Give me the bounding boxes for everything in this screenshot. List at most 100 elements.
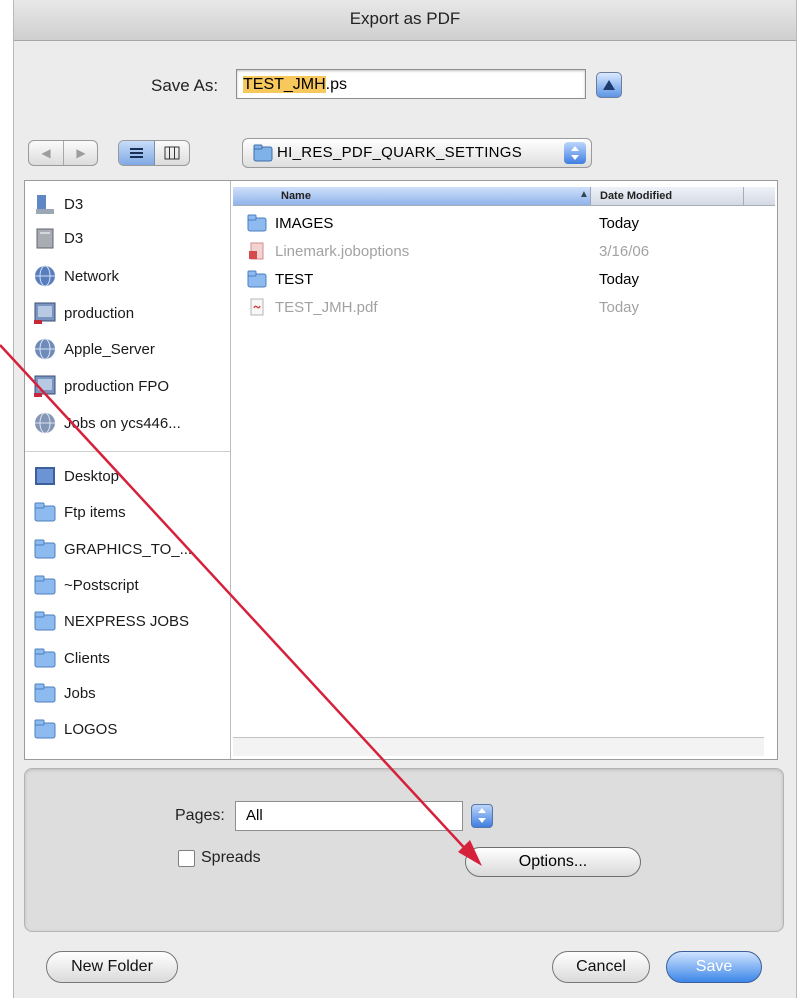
sidebar-item-ftp-items[interactable]: Ftp items — [33, 499, 126, 525]
sidebar-item-label: D3 — [64, 229, 84, 247]
sidebar-item-postscript[interactable]: ~Postscript — [33, 572, 139, 598]
export-pdf-dialog: Export as PDF Save As: TEST_JMH.ps ◀ ▶ H… — [13, 0, 797, 998]
folder-icon — [247, 214, 267, 232]
horizontal-scrollbar[interactable] — [233, 737, 764, 756]
header-divider — [743, 187, 744, 205]
file-browser: D3 D3 Network production Apple_Server pr… — [24, 180, 778, 760]
sidebar-item-label: Jobs — [64, 684, 96, 702]
name-column-header[interactable]: Name — [233, 187, 591, 205]
date-modified-column-header[interactable]: Date Modified — [600, 187, 672, 205]
sidebar-item-nexpress-jobs[interactable]: NEXPRESS JOBS — [33, 608, 189, 634]
sidebar-item-label: Clients — [64, 649, 110, 667]
folder-icon — [34, 502, 56, 522]
sort-ascending-icon: ▲ — [579, 189, 589, 200]
spreads-checkbox[interactable] — [178, 849, 195, 867]
folder-icon — [34, 539, 56, 559]
sidebar-item-network[interactable]: Network — [33, 263, 119, 289]
sidebar-item-graphics-to[interactable]: GRAPHICS_TO_... — [33, 536, 192, 562]
sidebar: D3 D3 Network production Apple_Server pr… — [25, 181, 231, 759]
list-view-button[interactable] — [119, 141, 155, 165]
file-name: Linemark.joboptions — [275, 242, 410, 260]
sidebar-item-apple-server[interactable]: Apple_Server — [33, 336, 155, 362]
spreads-option: Spreads — [178, 849, 261, 867]
window-title: Export as PDF — [14, 0, 796, 41]
pdf-file-icon — [250, 298, 264, 316]
save-as-row: Save As: TEST_JMH.ps — [14, 66, 796, 106]
folder-icon — [34, 611, 56, 631]
file-date: Today — [599, 214, 640, 232]
folder-icon — [34, 575, 56, 595]
server-volume-icon — [34, 302, 56, 324]
file-name: IMAGES — [275, 214, 334, 232]
sidebar-item-label: Jobs on ycs446... — [64, 414, 181, 432]
sidebar-divider — [25, 451, 230, 452]
back-button[interactable]: ◀ — [29, 141, 64, 165]
triangle-up-icon — [603, 80, 615, 90]
forward-button[interactable]: ▶ — [64, 141, 98, 165]
sidebar-item-label: Apple_Server — [64, 340, 155, 358]
sidebar-item-label: GRAPHICS_TO_... — [64, 540, 193, 558]
collapse-disclosure-button[interactable] — [596, 72, 622, 98]
disk-icon — [36, 195, 54, 214]
file-date: Today — [599, 298, 640, 316]
sidebar-item-production[interactable]: production — [33, 300, 134, 326]
folder-icon — [34, 719, 56, 739]
updown-arrows-icon — [564, 142, 586, 164]
folder-icon — [247, 270, 267, 288]
updown-arrows-icon — [478, 808, 486, 823]
sidebar-item-label: D3 — [64, 195, 84, 213]
folder-icon — [34, 683, 56, 703]
desktop-icon — [35, 467, 55, 485]
network-globe-icon — [35, 265, 55, 287]
file-list: Name ▲ Date Modified IMAGES Today Linema… — [233, 181, 775, 759]
pages-label: Pages: — [175, 807, 225, 824]
network-globe-icon — [35, 338, 55, 360]
sidebar-item-label: Network — [64, 267, 120, 285]
sidebar-item-label: Desktop — [64, 467, 120, 485]
save-button[interactable]: Save — [666, 951, 762, 983]
cancel-button[interactable]: Cancel — [552, 951, 650, 983]
options-button[interactable]: Options... — [465, 847, 641, 877]
save-as-input[interactable]: TEST_JMH.ps — [236, 69, 586, 99]
file-name: TEST_JMH.pdf — [275, 298, 378, 316]
folder-icon — [34, 648, 56, 668]
sidebar-item-jobs-on-ycs446[interactable]: Jobs on ycs446... — [33, 410, 181, 436]
file-name: TEST — [275, 270, 314, 288]
column-view-button[interactable] — [155, 141, 190, 165]
file-row-linemark: Linemark.joboptions 3/16/06 — [247, 239, 767, 263]
file-row-test-jmh-pdf: TEST_JMH.pdf Today — [247, 295, 767, 319]
sidebar-item-logos[interactable]: LOGOS — [33, 716, 117, 742]
pages-popup-button[interactable] — [471, 804, 493, 828]
sidebar-item-label: LOGOS — [64, 720, 118, 738]
network-globe-icon — [35, 412, 55, 434]
file-row-images[interactable]: IMAGES Today — [247, 211, 767, 235]
save-as-label: Save As: — [151, 76, 219, 95]
back-forward-control: ◀ ▶ — [28, 140, 98, 166]
location-popup[interactable]: HI_RES_PDF_QUARK_SETTINGS — [242, 138, 592, 168]
pages-combo-field[interactable]: All — [235, 801, 463, 831]
sidebar-item-production-fpo[interactable]: production FPO — [33, 373, 169, 399]
list-view-icon — [130, 148, 143, 158]
view-mode-control — [118, 140, 190, 166]
sidebar-item-label: Ftp items — [64, 503, 126, 521]
folder-icon — [253, 144, 273, 162]
column-view-icon — [164, 146, 180, 160]
sidebar-item-clients[interactable]: Clients — [33, 645, 110, 671]
file-row-test[interactable]: TEST Today — [247, 267, 767, 291]
sidebar-item-label: NEXPRESS JOBS — [64, 612, 190, 630]
export-options-panel: Pages: All Spreads Options... — [24, 768, 784, 932]
sidebar-item-jobs[interactable]: Jobs — [33, 680, 96, 706]
file-date: 3/16/06 — [599, 242, 650, 260]
save-as-extension: .ps — [325, 76, 348, 93]
hard-drive-icon — [36, 228, 54, 249]
sidebar-item-label: production FPO — [64, 377, 170, 395]
sidebar-item-desktop[interactable]: Desktop — [33, 463, 119, 489]
sidebar-item-label: production — [64, 304, 135, 322]
joboptions-file-icon — [249, 242, 264, 260]
file-list-header: Name ▲ Date Modified — [233, 187, 775, 206]
new-folder-button[interactable]: New Folder — [46, 951, 178, 983]
server-volume-icon — [34, 375, 56, 397]
sidebar-item-d3-disk[interactable]: D3 — [33, 191, 83, 217]
sidebar-item-d3-drive[interactable]: D3 — [33, 225, 83, 251]
file-date: Today — [599, 270, 640, 288]
